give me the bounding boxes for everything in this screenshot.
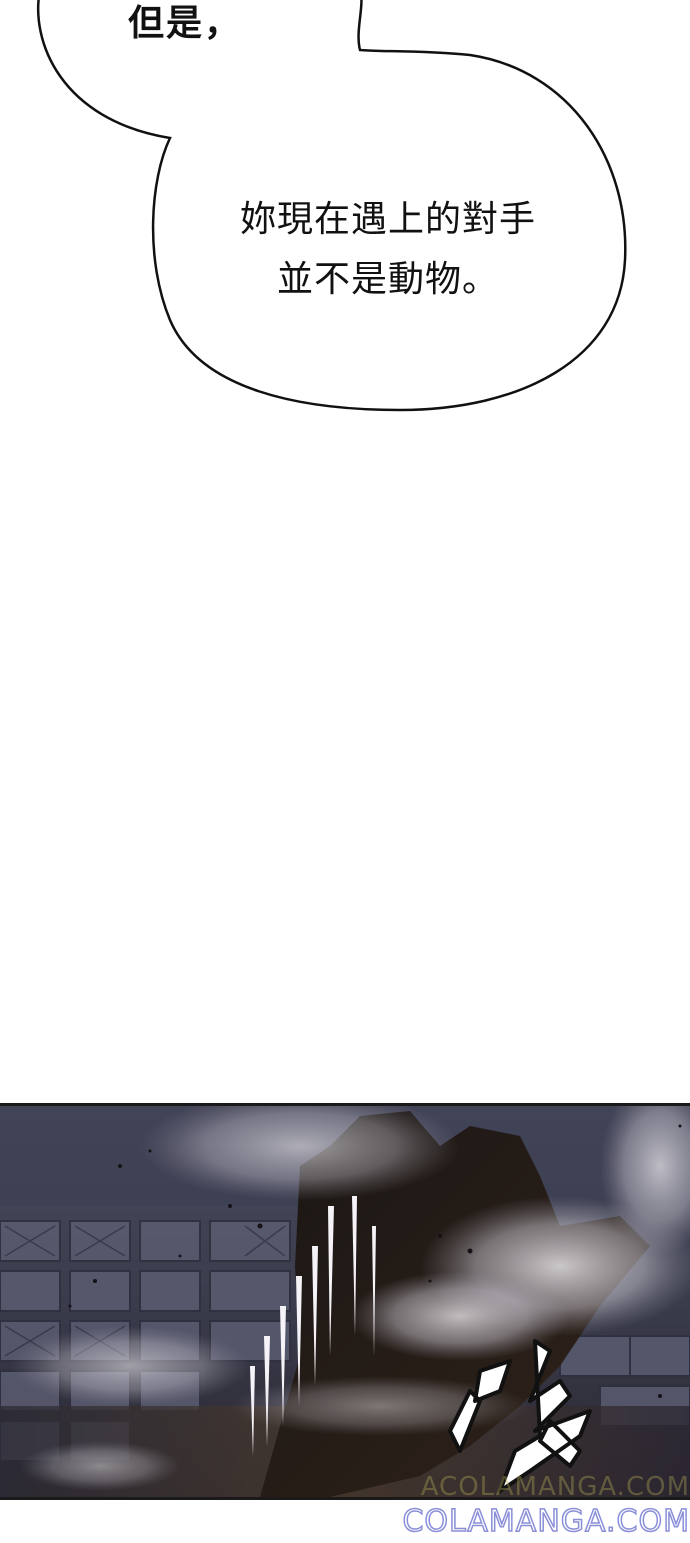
bubble-text-top: 但是， <box>128 3 243 44</box>
action-panel: 咻 <box>0 1103 690 1500</box>
watermark-ghost-text: ACOLAMANGA.COM <box>420 1472 690 1502</box>
bubble-text-line-2: 並不是動物。 <box>276 259 499 300</box>
watermark-text: COLAMANGA.COM <box>402 1503 690 1540</box>
action-panel-art <box>0 1106 690 1497</box>
bubble-text-line-1: 妳現在遇上的對手 <box>239 199 536 240</box>
